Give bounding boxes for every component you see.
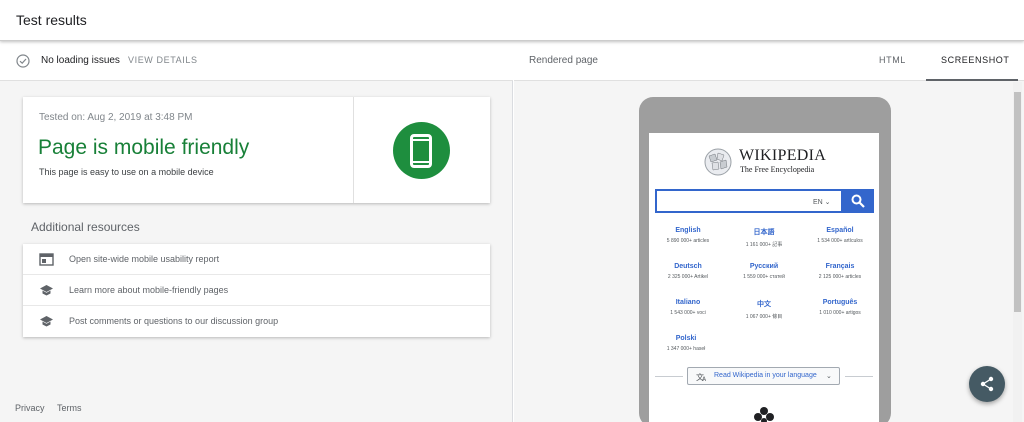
wikipedia-tagline: The Free Encyclopedia: [740, 165, 815, 174]
tab-screenshot[interactable]: SCREENSHOT: [941, 55, 1010, 65]
svg-text:A: A: [702, 376, 707, 382]
resource-item-usability-report[interactable]: Open site-wide mobile usability report: [23, 244, 490, 275]
card-divider: [353, 97, 354, 203]
terms-link[interactable]: Terms: [57, 403, 82, 413]
resource-label: Learn more about mobile-friendly pages: [69, 285, 229, 295]
smartphone-icon: [410, 134, 432, 168]
check-circle-icon: [16, 54, 30, 68]
wikipedia-wordmark: WIKIPEDIA: [739, 147, 827, 164]
resources-list: Open site-wide mobile usability report L…: [23, 244, 490, 337]
school-icon: [40, 316, 53, 327]
language-link-japanese[interactable]: 日本語 1 161 000+ 記事: [729, 227, 799, 248]
read-button-label: Read Wikipedia in your language: [714, 372, 817, 379]
wikipedia-globe-icon: [704, 148, 732, 176]
left-panel: No loading issues VIEW DETAILS Tested on…: [0, 41, 513, 422]
loading-status-text: No loading issues: [41, 55, 120, 66]
language-link-russian[interactable]: Русский 1 559 000+ статей: [729, 263, 799, 280]
wiki-search-input[interactable]: EN ⌄: [655, 189, 843, 213]
rendered-page-label: Rendered page: [529, 55, 598, 66]
divider-line: [845, 376, 873, 377]
chevron-down-icon: ⌄: [826, 373, 832, 380]
active-tab-indicator: [926, 79, 1018, 81]
result-card: Tested on: Aug 2, 2019 at 3:48 PM Page i…: [23, 97, 490, 203]
mobile-friendly-subtext: This page is easy to use on a mobile dev…: [39, 167, 214, 177]
wikimedia-logo-icon: [754, 407, 774, 422]
wiki-search-button[interactable]: [842, 189, 874, 213]
resource-item-learn-more[interactable]: Learn more about mobile-friendly pages: [23, 275, 490, 306]
resource-label: Open site-wide mobile usability report: [69, 254, 220, 264]
language-link-portuguese[interactable]: Português 1 010 000+ artigos: [805, 299, 875, 316]
rendered-header: Rendered page HTML SCREENSHOT: [514, 41, 1024, 81]
translate-icon: 文 A: [696, 372, 707, 382]
tested-on-text: Tested on: Aug 2, 2019 at 3:48 PM: [39, 112, 193, 123]
search-language-select[interactable]: EN ⌄: [813, 198, 831, 206]
status-bar: No loading issues VIEW DETAILS: [0, 41, 513, 81]
language-link-chinese[interactable]: 中文 1 067 000+ 條目: [729, 299, 799, 320]
report-icon: [39, 253, 54, 266]
app-header: Test results: [0, 0, 1024, 41]
additional-resources-title: Additional resources: [31, 220, 140, 234]
phone-frame: WIKIPEDIA The Free Encyclopedia EN ⌄ Eng…: [639, 97, 891, 422]
language-link-spanish[interactable]: Español 1 534 000+ artículos: [805, 227, 875, 244]
language-link-italian[interactable]: Italiano 1 543 000+ voci: [653, 299, 723, 316]
share-icon: [980, 376, 994, 392]
rendered-panel: Rendered page HTML SCREENSHOT WIKIPEDIA …: [514, 41, 1024, 422]
language-link-german[interactable]: Deutsch 2 325 000+ Artikel: [653, 263, 723, 280]
tab-html[interactable]: HTML: [879, 55, 906, 65]
view-details-link[interactable]: VIEW DETAILS: [128, 55, 198, 65]
scrollbar[interactable]: [1013, 82, 1022, 422]
phone-badge: [393, 122, 450, 179]
language-link-polish[interactable]: Polski 1 347 000+ haseł: [651, 335, 721, 352]
divider-line: [655, 376, 683, 377]
phone-screen: WIKIPEDIA The Free Encyclopedia EN ⌄ Eng…: [649, 133, 879, 422]
resource-item-discussion-group[interactable]: Post comments or questions to our discus…: [23, 306, 490, 337]
read-in-your-language-button[interactable]: 文 A Read Wikipedia in your language ⌄: [687, 367, 840, 385]
language-link-french[interactable]: Français 2 125 000+ articles: [805, 263, 875, 280]
mobile-friendly-headline: Page is mobile friendly: [38, 136, 250, 159]
page-title: Test results: [16, 12, 87, 28]
share-button[interactable]: [969, 366, 1005, 402]
search-icon: [851, 194, 865, 208]
resource-label: Post comments or questions to our discus…: [69, 316, 279, 326]
language-link-english[interactable]: English 5 890 000+ articles: [653, 227, 723, 244]
scrollbar-thumb[interactable]: [1014, 92, 1021, 312]
school-icon: [40, 285, 53, 296]
privacy-link[interactable]: Privacy: [15, 403, 45, 413]
